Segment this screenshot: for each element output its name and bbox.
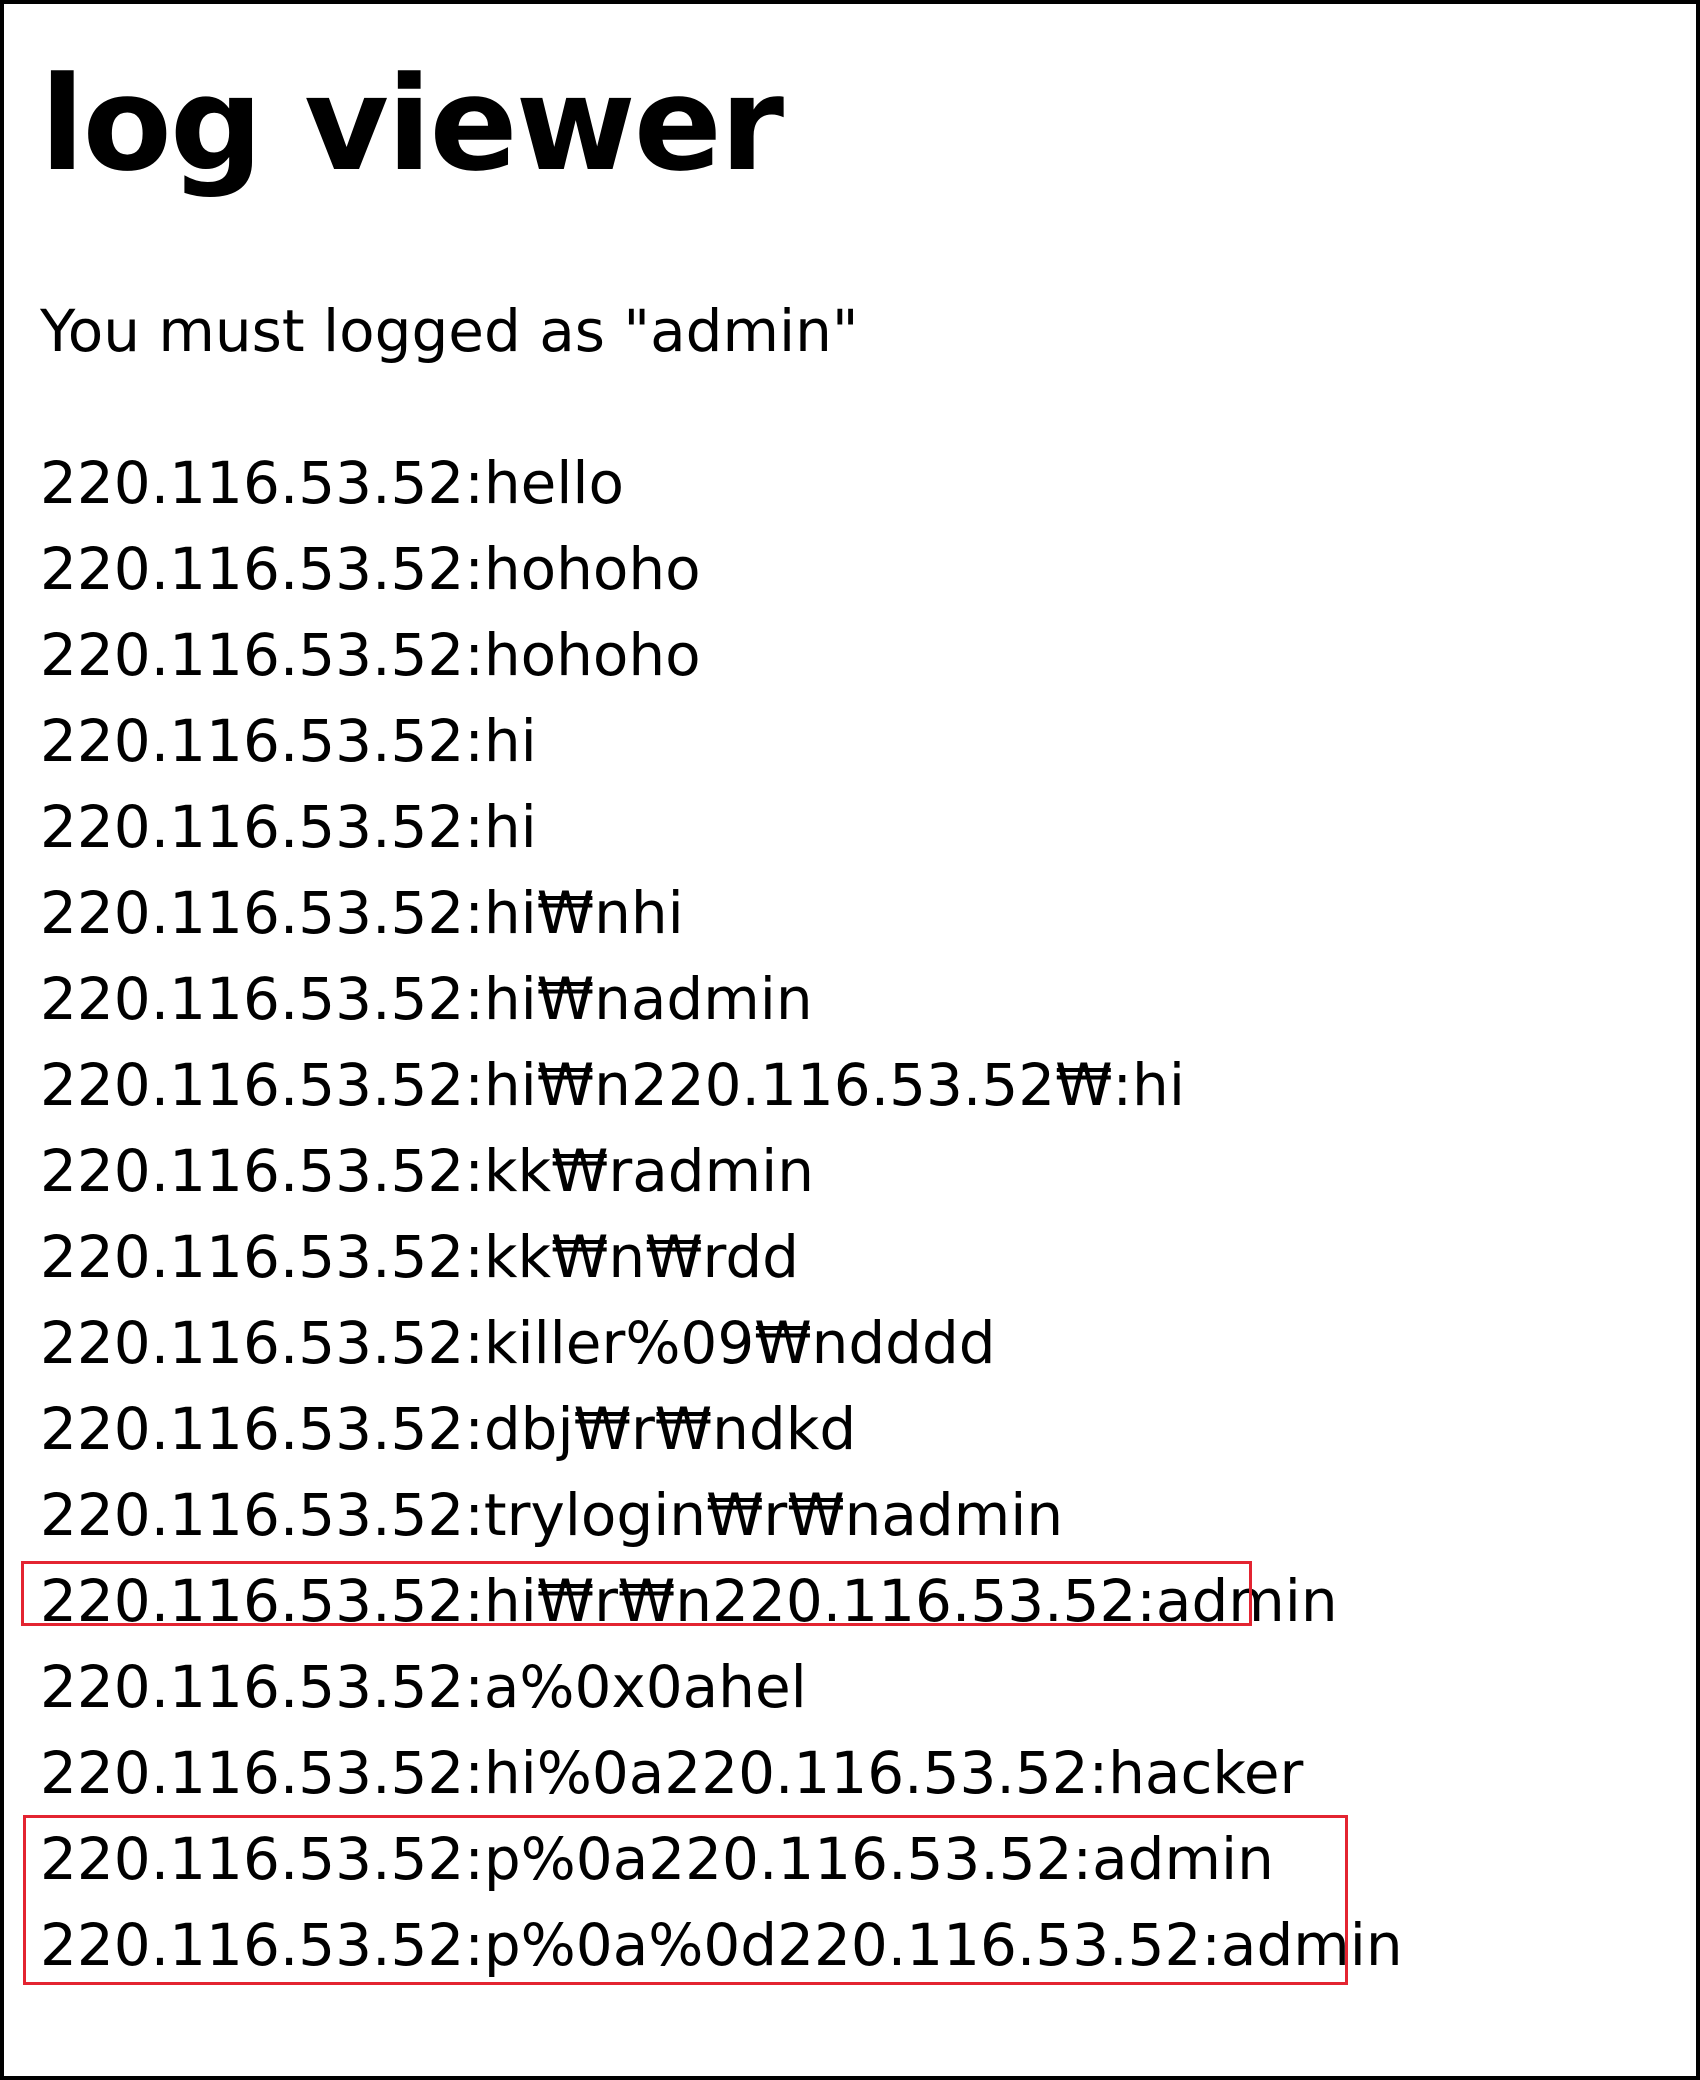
page-frame: log viewer You must logged as "admin" 22… <box>0 0 1700 2080</box>
log-line: 220.116.53.52:hi₩r₩n220.116.53.52:admin <box>40 1567 1338 1635</box>
log-line: 220.116.53.52:hi <box>40 707 537 775</box>
log-line: 220.116.53.52:hi₩n220.116.53.52₩:hi <box>40 1051 1185 1119</box>
log-line: 220.116.53.52:hi%0a220.116.53.52:hacker <box>40 1739 1304 1807</box>
log-line: 220.116.53.52:kk₩n₩rdd <box>40 1223 799 1291</box>
log-line: 220.116.53.52:trylogin₩r₩nadmin <box>40 1481 1064 1549</box>
log-line: 220.116.53.52:dbj₩r₩ndkd <box>40 1395 857 1463</box>
log-line: 220.116.53.52:hi₩nadmin <box>40 965 813 1033</box>
log-line: 220.116.53.52:kk₩radmin <box>40 1137 814 1205</box>
page-title: log viewer <box>40 48 784 200</box>
log-line: 220.116.53.52:p%0a%0d220.116.53.52:admin <box>40 1911 1403 1979</box>
log-line: 220.116.53.52:hello <box>40 449 625 517</box>
log-line: 220.116.53.52:hohoho <box>40 621 701 689</box>
log-list: 220.116.53.52:hello 220.116.53.52:hohoho… <box>40 446 1403 1994</box>
log-line: 220.116.53.52:hi₩nhi <box>40 879 684 947</box>
log-line: 220.116.53.52:p%0a220.116.53.52:admin <box>40 1825 1274 1893</box>
login-notice: You must logged as "admin" <box>40 297 859 365</box>
log-line: 220.116.53.52:a%0x0ahel <box>40 1653 807 1721</box>
log-line: 220.116.53.52:hohoho <box>40 535 701 603</box>
log-line: 220.116.53.52:killer%09₩ndddd <box>40 1309 996 1377</box>
log-line: 220.116.53.52:hi <box>40 793 537 861</box>
